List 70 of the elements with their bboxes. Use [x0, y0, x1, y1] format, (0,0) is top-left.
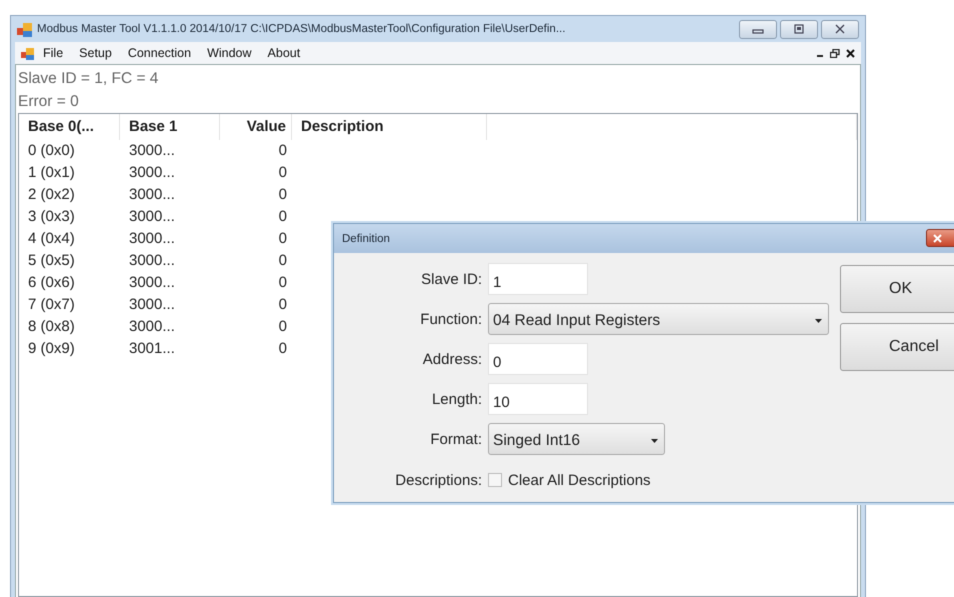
table-cell-text: 0: [278, 207, 288, 227]
table-cell-text: 3001...: [128, 339, 176, 359]
table-cell-text: 0: [278, 273, 288, 293]
close-button[interactable]: [821, 20, 859, 38]
table-cell-text: 0 (0x0): [27, 141, 76, 161]
close-icon: [933, 234, 942, 242]
table-cell-text: 3000...: [128, 207, 176, 227]
window-title: Modbus Master Tool V1.1.1.0 2014/10/17 C:\ICPDAS\ModbusMasterTool\Configuration File\UserDefin...: [37, 23, 566, 35]
input-field[interactable]: 0: [488, 343, 588, 375]
table-cell-text: 3000...: [128, 229, 176, 249]
checkbox[interactable]: [488, 473, 502, 487]
table-cell-text: 0: [278, 229, 288, 249]
maximize-icon: [793, 24, 805, 34]
app-icon: [17, 22, 32, 36]
menu-item[interactable]: File: [36, 44, 70, 62]
menu-item[interactable]: About: [260, 44, 308, 62]
table-cell-text: 2 (0x2): [27, 185, 76, 205]
dropdown[interactable]: Singed Int16: [488, 423, 665, 455]
maximize-button[interactable]: [780, 20, 818, 38]
table-cell-text: 3000...: [128, 185, 176, 205]
dialog-button[interactable]: OK: [840, 265, 954, 313]
menu-item[interactable]: Window: [200, 44, 259, 62]
field-label: Function:: [419, 310, 482, 328]
field-label: Address:: [422, 350, 482, 368]
table-cell-text: 3000...: [128, 295, 176, 315]
status-text: Error = 0: [18, 92, 80, 112]
dropdown[interactable]: 04 Read Input Registers: [488, 303, 829, 335]
restore-icon[interactable]: [830, 48, 840, 58]
field-label: Descriptions:: [394, 472, 482, 488]
table-cell-text: 0: [278, 163, 288, 183]
table-cell-text: 0: [278, 295, 288, 315]
column-header[interactable]: Base 1: [120, 114, 220, 140]
table-cell-text: 9 (0x9): [27, 339, 76, 359]
table-cell-text: 0: [278, 141, 288, 161]
input-field[interactable]: 10: [488, 383, 588, 415]
table-cell-text: 5 (0x5): [27, 251, 76, 271]
status-text: Slave ID = 1, FC = 4: [18, 69, 160, 89]
menu-item[interactable]: Connection: [120, 44, 198, 62]
table-cell-text: 3000...: [128, 317, 176, 337]
document-icon[interactable]: [21, 46, 34, 60]
table-cell-text: 3000...: [128, 251, 176, 271]
close-icon[interactable]: [846, 48, 855, 58]
close-icon: [834, 24, 846, 34]
caret-icon: [815, 318, 822, 322]
table-cell-text: 7 (0x7): [27, 295, 76, 315]
table-cell-text: 0: [278, 251, 288, 271]
column-header[interactable]: Description: [292, 114, 487, 140]
table-cell-text: 0: [278, 185, 288, 205]
table-cell-text: 8 (0x8): [27, 317, 76, 337]
column-header[interactable]: Base 0(...: [19, 114, 120, 140]
table-cell-text: 1 (0x1): [27, 163, 76, 183]
table-cell-text: 3000...: [128, 273, 176, 293]
column-header[interactable]: Value: [220, 114, 292, 140]
table-cell-text: 6 (0x6): [27, 273, 76, 293]
table-cell-text: 4 (0x4): [27, 229, 76, 249]
table-cell-text: 3000...: [128, 163, 176, 183]
field-label: Format:: [429, 430, 482, 448]
checkbox-label: Clear All Descriptions: [508, 472, 651, 488]
field-label: Slave ID:: [420, 270, 482, 288]
table-cell-text: 3000...: [128, 141, 176, 161]
field-label: Length:: [430, 390, 482, 408]
dialog-button[interactable]: Cancel: [840, 323, 954, 371]
table-cell-text: 3 (0x3): [27, 207, 76, 227]
input-field[interactable]: 1: [488, 263, 588, 295]
dialog-title: Definition: [342, 232, 390, 244]
table-cell-text: 0: [278, 317, 288, 337]
table-cell-text: 0: [278, 339, 288, 359]
menu-item[interactable]: Setup: [72, 44, 119, 62]
minimize-button[interactable]: [739, 20, 777, 38]
caret-icon: [651, 438, 658, 442]
